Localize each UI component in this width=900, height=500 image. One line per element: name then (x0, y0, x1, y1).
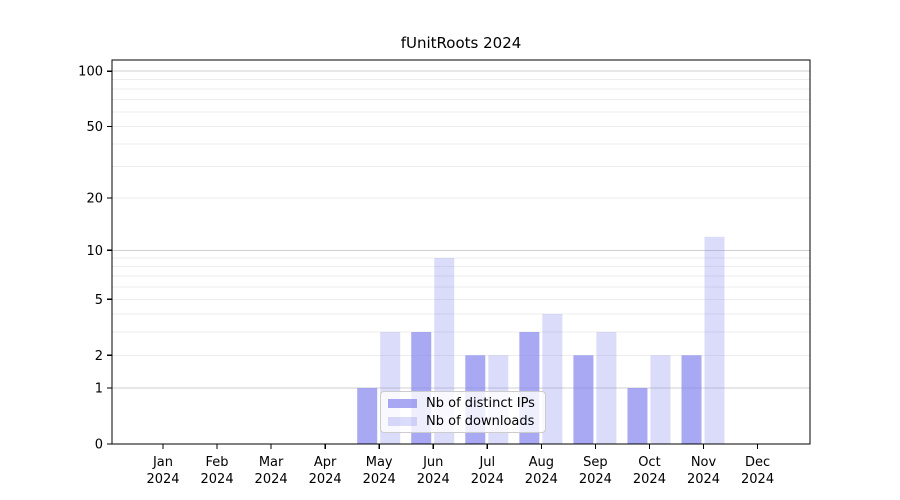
x-tick-label-year: 2024 (309, 472, 342, 487)
download-stats-figure: fUnitRoots 2024 0 1 2 5 10 20 50 100 Jan 2024 Feb 2… (0, 0, 900, 500)
x-tick-label-year: 2024 (471, 472, 504, 487)
x-tick-label-month: Apr (314, 455, 337, 470)
y-tick-label: 2 (95, 349, 103, 364)
x-tick-label-month: Feb (206, 455, 229, 470)
x-tick-label-year: 2024 (417, 472, 450, 487)
y-tick-label: 20 (86, 192, 103, 207)
x-tick-label-month: Jun (422, 455, 443, 470)
x-tick-label-year: 2024 (201, 472, 234, 487)
y-tick-label: 100 (78, 65, 103, 80)
legend: Nb of distinct IPs Nb of downloads (380, 391, 546, 433)
bar-distinct-ips-nov (682, 355, 702, 444)
x-tick-label-year: 2024 (741, 472, 774, 487)
x-tick-label-month: Jul (478, 455, 495, 470)
x-tick-label-month: Jan (152, 455, 173, 470)
x-tick-label-month: Nov (691, 455, 717, 470)
legend-item-distinct-ips: Nb of distinct IPs (388, 394, 545, 412)
x-tick-label-month: Dec (745, 455, 770, 470)
x-tick-label-year: 2024 (255, 472, 288, 487)
x-tick-label-year: 2024 (579, 472, 612, 487)
x-tick-label-year: 2024 (687, 472, 720, 487)
legend-label-downloads: Nb of downloads (426, 414, 534, 429)
y-tick-label: 1 (95, 382, 103, 397)
x-tick-label-month: May (366, 455, 393, 470)
bar-distinct-ips-oct (627, 388, 647, 444)
y-tick-label: 50 (86, 120, 103, 135)
bar-distinct-ips-may (357, 388, 377, 444)
y-tick-label: 10 (86, 244, 103, 259)
x-tick-label-year: 2024 (525, 472, 558, 487)
y-tick-label: 5 (95, 293, 103, 308)
bar-downloads-oct (650, 355, 670, 444)
bar-downloads-nov (705, 237, 725, 444)
legend-label-distinct-ips: Nb of distinct IPs (426, 396, 535, 411)
x-tick-label-month: Oct (638, 455, 660, 470)
x-tick-label-year: 2024 (146, 472, 179, 487)
x-tick-label-year: 2024 (633, 472, 666, 487)
x-tick-label-month: Sep (583, 455, 608, 470)
bar-downloads-sep (596, 332, 616, 444)
legend-item-downloads: Nb of downloads (388, 412, 545, 430)
x-tick-label-month: Mar (259, 455, 284, 470)
chart-title: fUnitRoots 2024 (112, 34, 810, 52)
legend-swatch-distinct-ips (388, 399, 417, 408)
y-tick-label: 0 (95, 438, 103, 453)
legend-swatch-downloads (388, 417, 417, 426)
x-tick-label-year: 2024 (363, 472, 396, 487)
x-tick-label-month: Aug (529, 455, 554, 470)
bar-distinct-ips-sep (573, 355, 593, 444)
